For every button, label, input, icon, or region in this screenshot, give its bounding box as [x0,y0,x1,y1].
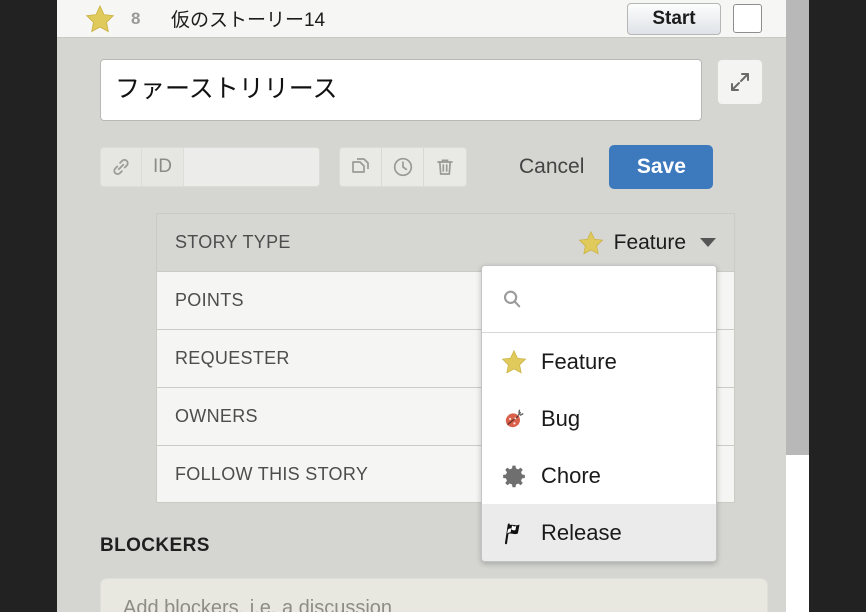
app-root: 8 仮のストーリー14 Start ファーストリリース ID Cancel Sa… [0,0,866,612]
star-icon [500,349,528,375]
save-button[interactable]: Save [609,145,714,189]
clock-icon[interactable] [382,148,424,186]
story-detail-panel: 8 仮のストーリー14 Start ファーストリリース ID Cancel Sa… [57,0,809,612]
story-select-checkbox[interactable] [733,4,762,33]
chevron-down-icon[interactable] [700,238,716,247]
blockers-heading: BLOCKERS [100,535,210,556]
field-label: POINTS [175,290,244,310]
trash-icon[interactable] [424,148,466,186]
star-icon[interactable] [85,4,115,34]
start-button[interactable]: Start [627,2,721,35]
story-type-label: Feature [613,230,686,254]
story-type-search-input[interactable] [534,288,716,310]
story-id-input[interactable] [184,148,319,186]
clone-icon[interactable] [340,148,382,186]
field-row-story-type[interactable]: STORY TYPE Feature [156,213,735,271]
story-header: 8 仮のストーリー14 Start [57,0,787,38]
field-label: STORY TYPE [175,232,291,252]
page-backdrop-right [809,0,866,612]
star-icon [578,230,604,256]
story-type-option-bug[interactable]: Bug [482,390,716,447]
story-type-option-chore[interactable]: Chore [482,447,716,504]
expand-arrows-icon[interactable] [717,59,763,105]
story-id-label: ID [142,148,184,186]
story-type-option-feature[interactable]: Feature [482,333,716,390]
scrollbar-thumb[interactable] [786,0,809,455]
blockers-hint-text: Add blockers, i.e. a discussion [123,597,393,612]
page-backdrop-left [0,0,57,612]
option-label: Release [541,519,622,545]
field-label: OWNERS [175,406,258,426]
story-type-option-release[interactable]: Release [482,504,716,561]
story-type-value[interactable]: Feature [578,230,716,256]
cancel-button[interactable]: Cancel [519,155,584,179]
title-editor-row [100,59,765,121]
story-tool-icons [339,147,467,187]
option-label: Bug [541,405,581,431]
story-id-group: ID [100,147,320,187]
field-label: FOLLOW THIS STORY [175,463,369,484]
gear-icon [500,463,528,489]
field-label: REQUESTER [175,348,290,368]
search-icon [500,287,524,311]
story-type-search-row [482,266,716,333]
flag-icon [500,520,528,546]
option-label: Feature [541,348,617,374]
bug-icon [500,406,528,432]
story-type-dropdown: Feature Bug Chore Release [481,265,717,562]
story-action-toolbar: ID Cancel Save [100,145,714,189]
blockers-add-box[interactable]: Add blockers, i.e. a discussion [100,578,768,612]
option-label: Chore [541,462,601,488]
link-icon[interactable] [101,148,142,186]
story-points: 8 [131,8,141,28]
story-title-input[interactable] [100,59,702,121]
story-title-text: 仮のストーリー14 [170,10,326,31]
